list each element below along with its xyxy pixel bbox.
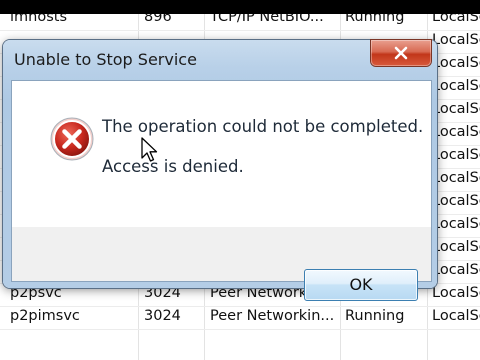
service-group-cell: LocalSe (432, 14, 480, 25)
service-group-cell: LocalSe (432, 308, 480, 324)
mouse-pointer-icon (141, 137, 158, 162)
error-message: The operation could not be completed. (102, 117, 424, 136)
error-icon (50, 117, 94, 161)
service-group-cell: LocalSe (432, 170, 480, 186)
close-icon (394, 46, 408, 60)
table-row[interactable]: lmhosts 896 TCP/IP NetBIO... Running LocalSe (0, 14, 480, 30)
service-name-cell: lmhosts (10, 14, 68, 25)
service-group-cell: LocalSe (432, 193, 480, 209)
dialog-body: The operation could not be completed. Ac… (11, 80, 432, 301)
service-status-cell: Running (345, 308, 405, 324)
service-group-cell: LocalSe (432, 285, 480, 301)
service-status-cell: Running (345, 14, 405, 25)
service-group-cell: LocalSe (432, 147, 480, 163)
row-divider (0, 329, 480, 330)
dialog-content-area: The operation could not be completed. Ac… (12, 81, 431, 227)
service-group-cell: LocalSe (432, 262, 480, 278)
service-group-cell: LocalSe (432, 101, 480, 117)
service-pid-cell: 896 (144, 14, 172, 25)
service-group-cell: LocalSe (432, 124, 480, 140)
close-button[interactable] (371, 40, 431, 66)
service-group-cell: LocalSe (432, 216, 480, 232)
error-dialog: Unable to Stop Service The operation cou… (3, 40, 437, 301)
ok-button[interactable]: OK (304, 269, 418, 301)
service-description-cell: Peer Networkin... (210, 308, 335, 324)
service-pid-cell: 3024 (144, 308, 181, 324)
service-group-cell: LocalSe (432, 78, 480, 94)
service-name-cell: p2pimsvc (10, 308, 80, 324)
service-group-cell: LocalSe (432, 55, 480, 71)
service-group-cell: LocalSe (432, 239, 480, 255)
service-description-cell: TCP/IP NetBIO... (210, 14, 324, 25)
service-group-cell: LocalSe (432, 32, 480, 48)
table-row[interactable]: p2pimsvc 3024 Peer Networkin... Running Loca… (0, 306, 480, 329)
screen: lmhosts 896 TCP/IP NetBIO... Running LocalSe… (0, 0, 480, 360)
dialog-title: Unable to Stop Service (14, 50, 197, 69)
error-detail: Access is denied. (102, 157, 244, 176)
